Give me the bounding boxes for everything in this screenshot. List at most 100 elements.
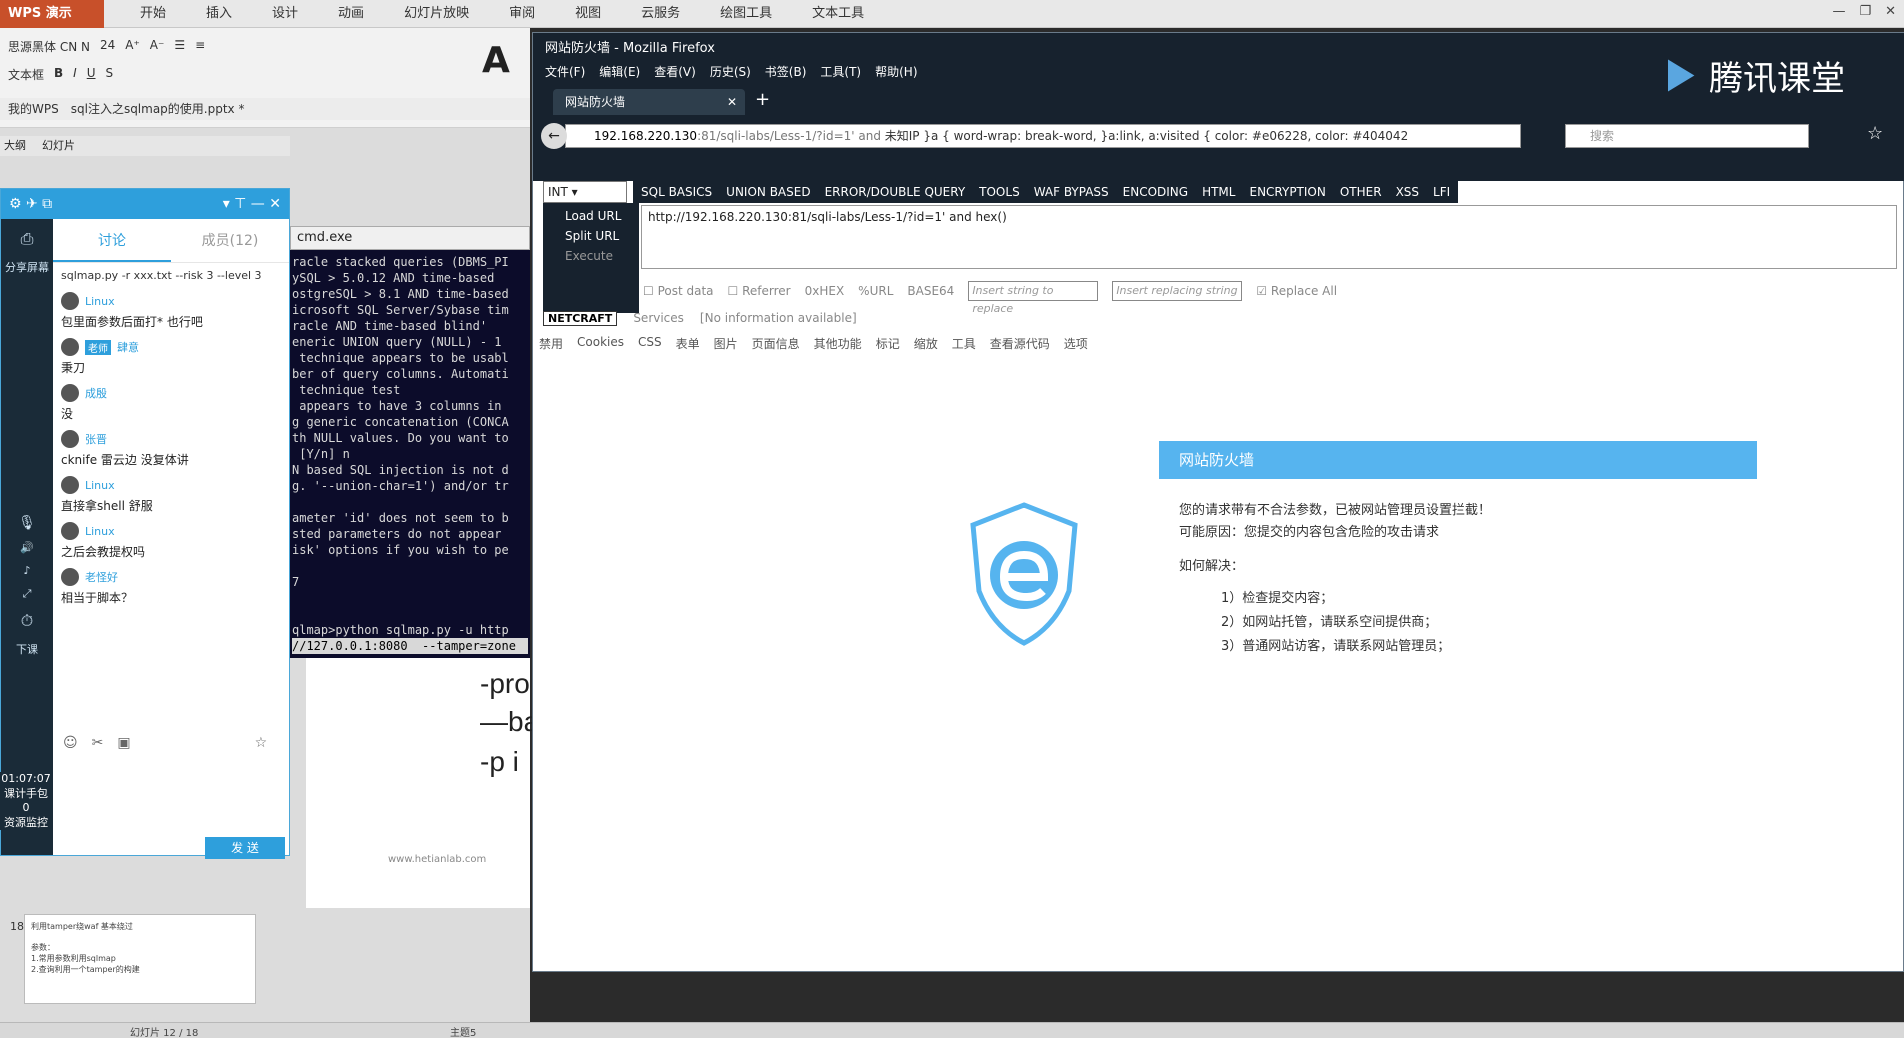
search-input[interactable]: 搜索 (1565, 124, 1809, 148)
menu-animation[interactable]: 动画 (318, 0, 384, 28)
webdev-toolbar-item[interactable]: 查看源代码 (990, 335, 1050, 352)
new-tab-icon[interactable]: + (755, 89, 770, 110)
hb-union-based[interactable]: UNION BASED (726, 181, 810, 203)
referrer-checkbox[interactable]: ☐ Referrer (728, 284, 791, 298)
star-icon[interactable]: ☆ (255, 735, 268, 751)
share-screen-label[interactable]: 分享屏幕 (1, 259, 53, 275)
webdev-toolbar-item[interactable]: CSS (638, 335, 662, 352)
hb-xss[interactable]: XSS (1396, 181, 1419, 203)
tab-my-wps[interactable]: 我的WPS (8, 98, 59, 120)
menu-history[interactable]: 历史(S) (710, 63, 751, 80)
webdev-toolbar-item[interactable]: 选项 (1064, 335, 1088, 352)
send-button[interactable]: 发 送 (205, 837, 285, 859)
scissors-icon[interactable]: ✂ (92, 735, 104, 751)
close-icon[interactable]: ✕ (1885, 4, 1896, 19)
menu-text-tools[interactable]: 文本工具 (792, 0, 884, 28)
webdev-toolbar-item[interactable]: 工具 (952, 335, 976, 352)
hb-sql-basics[interactable]: SQL BASICS (641, 181, 712, 203)
align-icon[interactable]: ≡ (195, 38, 205, 55)
sender-name[interactable]: Linux (85, 525, 115, 538)
tab-members[interactable]: 成员(12) (171, 219, 289, 262)
hb-waf-bypass[interactable]: WAF BYPASS (1034, 181, 1109, 203)
base64-button[interactable]: BASE64 (907, 284, 954, 298)
load-url-button[interactable]: Load URL (543, 203, 639, 223)
sender-name[interactable]: Linux (85, 295, 115, 308)
strikethrough-icon[interactable]: S (106, 66, 114, 83)
menu-design[interactable]: 设计 (252, 0, 318, 28)
menu-drawing-tools[interactable]: 绘图工具 (700, 0, 792, 28)
bullets-icon[interactable]: ☰ (174, 38, 185, 55)
expand-icon[interactable]: ⤢ (1, 587, 53, 601)
font-size-select[interactable]: 24 (100, 38, 115, 55)
menu-start[interactable]: 开始 (120, 0, 186, 28)
webdev-toolbar-item[interactable]: 页面信息 (752, 335, 800, 352)
qq-settings-icon[interactable]: ⚙ ✈ ⧉ (9, 196, 52, 212)
image-icon[interactable]: ▣ (117, 735, 130, 751)
sender-name[interactable]: 张晋 (85, 431, 107, 447)
hb-lfi[interactable]: LFI (1433, 181, 1450, 203)
menu-help[interactable]: 帮助(H) (875, 63, 917, 80)
avatar[interactable] (61, 338, 79, 356)
grow-font-icon[interactable]: A⁺ (125, 38, 140, 55)
shrink-font-icon[interactable]: A⁻ (150, 38, 165, 55)
speaker-icon[interactable]: 🔊 (1, 541, 53, 554)
avatar[interactable] (61, 476, 79, 494)
italic-icon[interactable]: I (73, 66, 77, 83)
menu-slideshow[interactable]: 幻灯片放映 (384, 0, 489, 28)
replace-all-checkbox[interactable]: ☑ Replace All (1256, 284, 1337, 298)
sender-name[interactable]: 老怪好 (85, 569, 118, 585)
webdev-toolbar-item[interactable]: 标记 (876, 335, 900, 352)
url-encode-button[interactable]: %URL (858, 284, 893, 298)
wps-logo[interactable]: WPS 演示 (0, 0, 104, 28)
menu-insert[interactable]: 插入 (186, 0, 252, 28)
execute-button[interactable]: Execute (543, 243, 639, 263)
webdev-toolbar-item[interactable]: Cookies (577, 335, 624, 352)
mic-icon[interactable]: 🎙 (1, 515, 53, 531)
split-url-button[interactable]: Split URL (543, 223, 639, 243)
webdev-toolbar-item[interactable]: 缩放 (914, 335, 938, 352)
menu-tools[interactable]: 工具(T) (820, 63, 861, 80)
sender-name[interactable]: 肆意 (117, 339, 139, 355)
avatar[interactable] (61, 384, 79, 402)
menu-file[interactable]: 文件(F) (545, 63, 585, 80)
avatar[interactable] (61, 430, 79, 448)
replace-to-input[interactable]: Insert replacing string (1112, 281, 1243, 301)
services-menu[interactable]: Services (633, 311, 684, 326)
hb-error-double[interactable]: ERROR/DOUBLE QUERY (825, 181, 966, 203)
sender-name[interactable]: Linux (85, 479, 115, 492)
replace-from-input[interactable]: Insert string to replace (968, 281, 1099, 315)
tab-close-icon[interactable]: ✕ (727, 89, 737, 115)
post-data-checkbox[interactable]: ☐ Post data (643, 284, 714, 298)
hb-encoding[interactable]: ENCODING (1123, 181, 1188, 203)
menu-edit[interactable]: 编辑(E) (599, 63, 640, 80)
music-icon[interactable]: ♪ (1, 564, 53, 577)
webdev-toolbar-item[interactable]: 表单 (676, 335, 700, 352)
hb-html[interactable]: HTML (1202, 181, 1235, 203)
clock-icon[interactable]: ⏱ (1, 611, 53, 631)
hex-button[interactable]: 0xHEX (805, 284, 845, 298)
minimize-icon[interactable]: — (1832, 4, 1845, 19)
bookmark-star-icon[interactable]: ☆ (1867, 123, 1883, 144)
menu-view-ff[interactable]: 查看(V) (654, 63, 696, 80)
avatar[interactable] (61, 522, 79, 540)
font-name-select[interactable]: 思源黑体 CN N (8, 38, 90, 55)
menu-view[interactable]: 视图 (555, 0, 621, 28)
webdev-toolbar-item[interactable]: 图片 (714, 335, 738, 352)
menu-cloud[interactable]: 云服务 (621, 0, 700, 28)
text-style-icon[interactable]: A (482, 40, 510, 81)
menu-review[interactable]: 审阅 (489, 0, 555, 28)
menu-bookmarks[interactable]: 书签(B) (765, 63, 807, 80)
qq-pin-icon[interactable]: ▾ ⊤ — ✕ (223, 196, 281, 212)
slide-thumbnail[interactable]: 利用tamper绕waf 基本绕过 参数： 1.常用参数利用sqlmap 2.查… (24, 914, 256, 1004)
hb-encryption[interactable]: ENCRYPTION (1249, 181, 1325, 203)
avatar[interactable] (61, 568, 79, 586)
restore-icon[interactable]: ❐ (1859, 4, 1871, 19)
webdev-toolbar-item[interactable]: 禁用 (539, 335, 563, 352)
cmd-output[interactable]: racle stacked queries (DBMS_PI ySQL > 5.0… (290, 250, 530, 658)
hb-other[interactable]: OTHER (1340, 181, 1382, 203)
tab-discussion[interactable]: 讨论 (53, 219, 171, 262)
netcraft-logo[interactable]: NETCRAFT (543, 311, 618, 326)
emoji-icon[interactable]: ☺ (63, 735, 78, 751)
share-screen-icon[interactable]: ⎙ (1, 229, 53, 249)
hb-tools[interactable]: TOOLS (979, 181, 1020, 203)
